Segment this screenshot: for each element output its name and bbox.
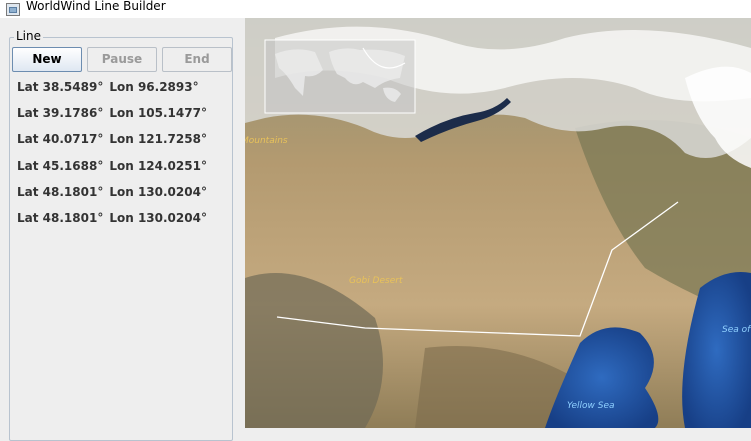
map-canvas[interactable]: Mountains Gobi Desert Yellow Sea Sea of bbox=[245, 18, 751, 428]
control-panel: Line New Pause End Lat 38.5489° Lon 96.28… bbox=[0, 18, 244, 441]
world-minimap[interactable] bbox=[264, 39, 416, 114]
latitude-value: Lat 40.0717° bbox=[17, 132, 104, 147]
latitude-value: Lat 38.5489° bbox=[17, 80, 104, 94]
coordinate-row: Lat 39.1786° Lon 105.1477° bbox=[17, 106, 207, 132]
end-button[interactable]: End bbox=[162, 47, 232, 72]
coordinate-row: Lat 38.5489° Lon 96.2893° bbox=[17, 80, 207, 106]
longitude-value: Lon 130.0204° bbox=[109, 210, 207, 225]
longitude-value: Lon 121.7258° bbox=[109, 132, 207, 147]
coordinate-row: Lat 48.1801° Lon 130.0204° bbox=[17, 211, 207, 237]
line-group-title: Line bbox=[14, 29, 44, 43]
globe-map-view[interactable]: Mountains Gobi Desert Yellow Sea Sea of bbox=[245, 18, 751, 428]
latitude-value: Lat 39.1786° bbox=[17, 106, 104, 121]
new-button[interactable]: New bbox=[12, 47, 82, 72]
window-titlebar: WorldWind Line Builder bbox=[0, 0, 751, 18]
mountains-label: Mountains bbox=[245, 136, 288, 146]
longitude-value: Lon 105.1477° bbox=[109, 106, 207, 121]
pause-button[interactable]: Pause bbox=[87, 47, 157, 72]
coordinate-row: Lat 48.1801° Lon 130.0204° bbox=[17, 185, 207, 211]
latitude-value: Lat 48.1801° bbox=[17, 210, 104, 225]
latitude-value: Lat 45.1688° bbox=[17, 158, 104, 173]
sea-of-japan-label: Sea of bbox=[722, 325, 751, 335]
coordinate-list: Lat 38.5489° Lon 96.2893° Lat 39.1786° Lon… bbox=[17, 80, 207, 237]
longitude-value: Lon 96.2893° bbox=[109, 80, 199, 94]
coordinate-row: Lat 40.0717° Lon 121.7258° bbox=[17, 132, 207, 158]
longitude-value: Lon 130.0204° bbox=[109, 184, 207, 199]
longitude-value: Lon 124.0251° bbox=[109, 158, 207, 173]
window-title: WorldWind Line Builder bbox=[26, 0, 166, 13]
yellow-sea-label: Yellow Sea bbox=[567, 401, 615, 411]
coordinate-row: Lat 45.1688° Lon 124.0251° bbox=[17, 159, 207, 185]
line-group: Line New Pause End Lat 38.5489° Lon 96.28… bbox=[9, 29, 233, 441]
latitude-value: Lat 48.1801° bbox=[17, 184, 104, 199]
app-window-icon bbox=[6, 2, 20, 16]
gobi-desert-label: Gobi Desert bbox=[349, 276, 403, 286]
